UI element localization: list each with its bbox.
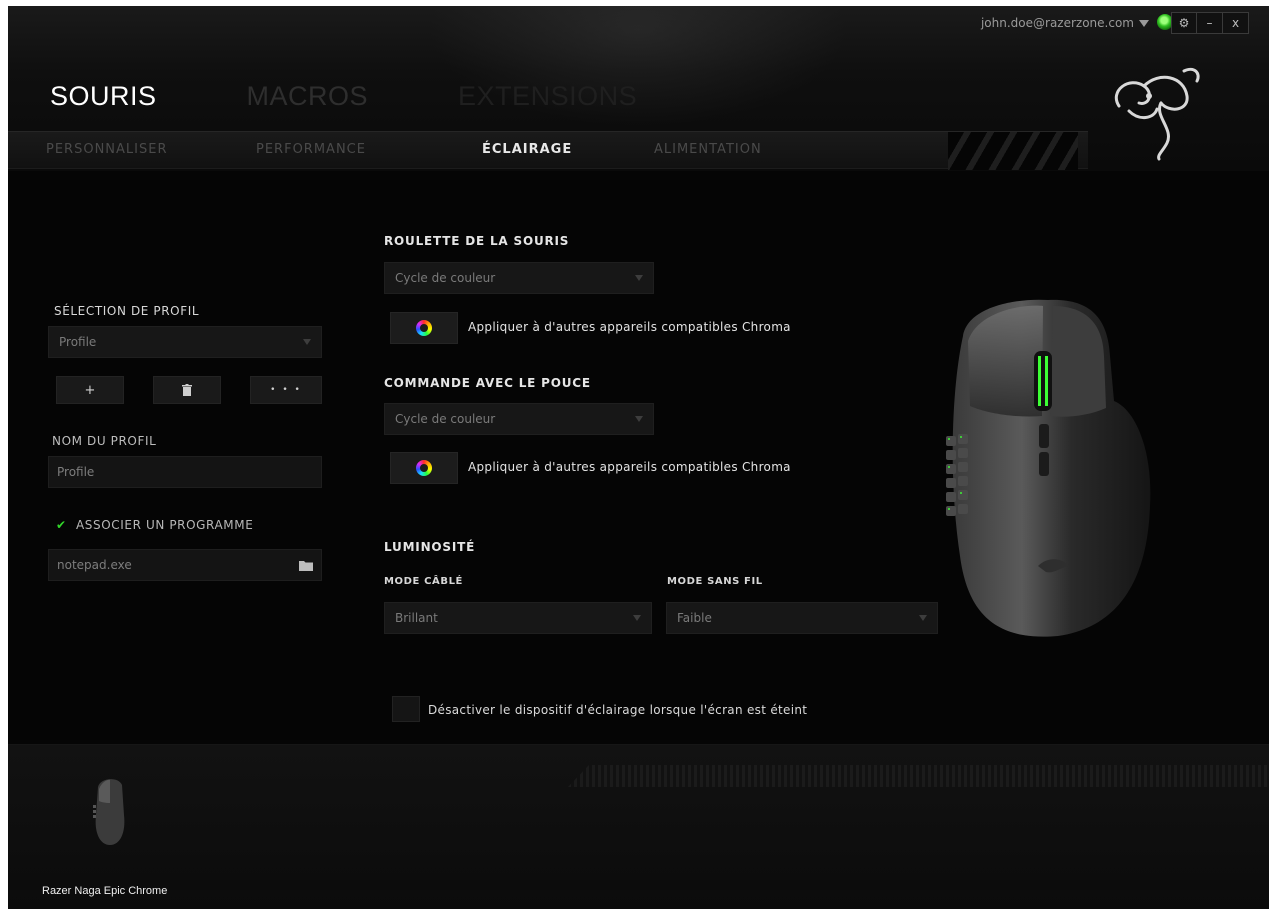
device-thumbnail-icon[interactable] <box>90 775 130 847</box>
main-tabs: SOURIS MACROS EXTENSIONS <box>50 81 727 112</box>
delete-profile-button[interactable] <box>153 376 221 404</box>
chroma-apply-button-thumb[interactable] <box>390 452 458 484</box>
program-value: notepad.exe <box>57 558 132 572</box>
chroma-color-wheel-icon <box>416 320 432 336</box>
chevron-down-icon <box>633 615 641 621</box>
razer-logo-icon <box>1115 67 1200 161</box>
chevron-down-icon <box>303 339 311 345</box>
minimize-button[interactable]: – <box>1197 12 1223 34</box>
folder-icon[interactable] <box>299 560 313 571</box>
screen-off-label[interactable]: Désactiver le dispositif d'éclairage lor… <box>428 703 807 717</box>
wired-brightness-value: Brillant <box>395 611 438 625</box>
scroll-wheel-effect-select[interactable]: Cycle de couleur <box>384 262 654 294</box>
chroma-apply-button-wheel[interactable] <box>390 312 458 344</box>
scroll-wheel-effect-value: Cycle de couleur <box>395 271 496 285</box>
sub-navigation: PERSONNALISER PERFORMANCE ÉCLAIRAGE ALIM… <box>8 131 1088 170</box>
user-email[interactable]: john.doe@razerzone.com <box>981 16 1134 30</box>
brightness-title: LUMINOSITÉ <box>384 540 476 554</box>
profile-name-label: NOM DU PROFIL <box>52 434 157 448</box>
settings-button[interactable]: ⚙ <box>1171 12 1197 34</box>
profile-select-value: Profile <box>59 335 97 349</box>
thumb-effect-value: Cycle de couleur <box>395 412 496 426</box>
chevron-down-icon[interactable] <box>1139 20 1149 27</box>
header: john.doe@razerzone.com ⚙ – x SOURIS MACR… <box>8 6 1269 171</box>
scroll-wheel-title: ROULETTE DE LA SOURIS <box>384 234 570 248</box>
chroma-color-wheel-icon <box>416 460 432 476</box>
link-program-label[interactable]: ASSOCIER UN PROGRAMME <box>76 518 253 532</box>
chevron-down-icon <box>635 275 643 281</box>
wireless-brightness-value: Faible <box>677 611 712 625</box>
device-footer: Razer Naga Epic Chrome <box>8 744 1269 909</box>
close-button[interactable]: x <box>1223 12 1249 34</box>
add-profile-button[interactable]: + <box>56 376 124 404</box>
wireless-brightness-select[interactable]: Faible <box>666 602 938 634</box>
check-icon[interactable]: ✔ <box>56 518 66 532</box>
chroma-apply-text-wheel: Appliquer à d'autres appareils compatibl… <box>468 320 791 334</box>
subtab-alimentation[interactable]: ALIMENTATION <box>654 142 762 157</box>
window-controls: ⚙ – x <box>1171 12 1249 34</box>
profile-select[interactable]: Profile <box>48 326 322 358</box>
wired-mode-label: MODE CÂBLÉ <box>384 576 463 587</box>
chroma-apply-text-thumb: Appliquer à d'autres appareils compatibl… <box>468 460 791 474</box>
wireless-mode-label: MODE SANS FIL <box>667 576 763 587</box>
screen-off-checkbox[interactable] <box>392 696 420 722</box>
decorative-stripe <box>568 765 1268 787</box>
device-name: Razer Naga Epic Chrome <box>42 885 168 897</box>
tab-souris[interactable]: SOURIS <box>50 81 157 112</box>
decorative-stripes <box>948 132 1078 170</box>
profile-name-field[interactable]: Profile <box>48 456 322 488</box>
chevron-down-icon <box>635 416 643 422</box>
profile-selection-label: SÉLECTION DE PROFIL <box>54 304 200 318</box>
subtab-performance[interactable]: PERFORMANCE <box>256 142 366 157</box>
trash-icon <box>182 384 192 396</box>
thumb-title: COMMANDE AVEC LE POUCE <box>384 376 591 390</box>
wired-brightness-select[interactable]: Brillant <box>384 602 652 634</box>
subtab-eclairage[interactable]: ÉCLAIRAGE <box>482 142 572 157</box>
mouse-image <box>946 299 1151 637</box>
program-field[interactable]: notepad.exe <box>48 549 322 581</box>
subtab-personnaliser[interactable]: PERSONNALISER <box>46 142 168 157</box>
synapse-window: john.doe@razerzone.com ⚙ – x SOURIS MACR… <box>8 6 1269 909</box>
thumb-effect-select[interactable]: Cycle de couleur <box>384 403 654 435</box>
chevron-down-icon <box>919 615 927 621</box>
tab-macros[interactable]: MACROS <box>247 81 369 112</box>
tab-extensions[interactable]: EXTENSIONS <box>458 81 637 112</box>
more-options-button[interactable]: • • • <box>250 376 322 404</box>
